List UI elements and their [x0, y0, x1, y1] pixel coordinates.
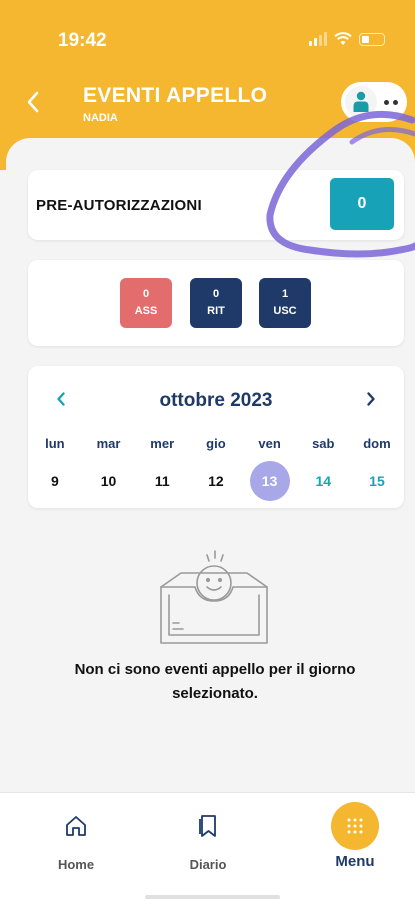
tab-diario-label: Diario	[189, 857, 227, 872]
weekday-label: ven	[258, 436, 281, 451]
tab-menu-label: Menu	[335, 853, 375, 870]
tab-menu[interactable]: Menu	[305, 802, 405, 870]
pre-authorizations-card: PRE-AUTORIZZAZIONI 0	[28, 170, 404, 240]
badge-usc-value: 1	[281, 288, 289, 300]
weekday-label: sab	[312, 436, 335, 451]
badge-usc-label: USC	[273, 305, 297, 317]
calendar-day[interactable]: 12	[189, 463, 243, 499]
empty-state-message: Non ci sono eventi appello per il giorno…	[74, 661, 356, 702]
weekday-row: lun mar mer gio ven sab dom	[28, 436, 404, 451]
user-icon	[353, 91, 369, 112]
back-button[interactable]	[22, 88, 44, 116]
weekday-label: mar	[96, 436, 121, 451]
page-subtitle: NADIA	[83, 112, 118, 124]
next-week-button[interactable]	[358, 386, 384, 412]
empty-inbox-icon	[160, 550, 268, 644]
status-bar: 19:42	[0, 30, 415, 54]
badge-rit[interactable]: 0 RIT	[190, 278, 242, 328]
tab-diario[interactable]: Diario	[158, 803, 258, 872]
bookmark-icon	[199, 815, 216, 837]
chevron-right-icon	[367, 392, 375, 406]
menu-grid-icon	[331, 802, 379, 850]
calendar-day[interactable]: 10	[82, 463, 136, 499]
more-dots-icon	[384, 99, 398, 105]
calendar-day[interactable]: 15	[350, 463, 404, 499]
weekday-label: gio	[206, 436, 226, 451]
week-calendar: ottobre 2023 lun mar mer gio ven sab dom…	[28, 366, 404, 508]
tab-home[interactable]: Home	[26, 803, 126, 872]
badge-ass-label: ASS	[134, 305, 158, 317]
weekday-label: mer	[150, 436, 175, 451]
bottom-tab-bar: Home Diario Menu	[0, 792, 415, 900]
user-menu-button[interactable]	[341, 82, 407, 122]
back-chevron-icon	[27, 91, 39, 113]
badge-rit-label: RIT	[207, 305, 225, 317]
home-icon	[66, 816, 86, 836]
calendar-day[interactable]: 11	[135, 463, 189, 499]
status-icons	[309, 32, 385, 46]
weekday-label: dom	[363, 436, 391, 451]
calendar-day[interactable]: 9	[28, 463, 82, 499]
tab-home-label: Home	[57, 857, 95, 872]
calendar-month: ottobre 2023	[159, 390, 273, 411]
badge-ass-value: 0	[142, 288, 150, 300]
badge-usc[interactable]: 1 USC	[259, 278, 311, 328]
weekday-label: lun	[45, 436, 65, 451]
signal-icon	[309, 32, 327, 46]
home-indicator	[145, 895, 280, 899]
calendar-day-selected[interactable]: 13	[243, 461, 297, 501]
status-time: 19:42	[58, 30, 107, 51]
events-summary-card: 0 ASS 0 RIT 1 USC	[28, 260, 404, 346]
day-row: 9 10 11 12 13 14 15	[28, 461, 404, 501]
pre-authorizations-count[interactable]: 0	[330, 178, 394, 230]
page-title: EVENTI APPELLO	[83, 84, 268, 107]
wifi-icon	[334, 32, 352, 45]
calendar-day[interactable]: 14	[296, 463, 350, 499]
selected-day-label: 13	[249, 461, 290, 501]
battery-icon	[359, 32, 385, 46]
avatar	[345, 86, 377, 118]
badge-rit-value: 0	[212, 288, 220, 300]
pre-authorizations-label: PRE-AUTORIZZAZIONI	[36, 197, 202, 214]
badge-ass[interactable]: 0 ASS	[120, 278, 172, 328]
